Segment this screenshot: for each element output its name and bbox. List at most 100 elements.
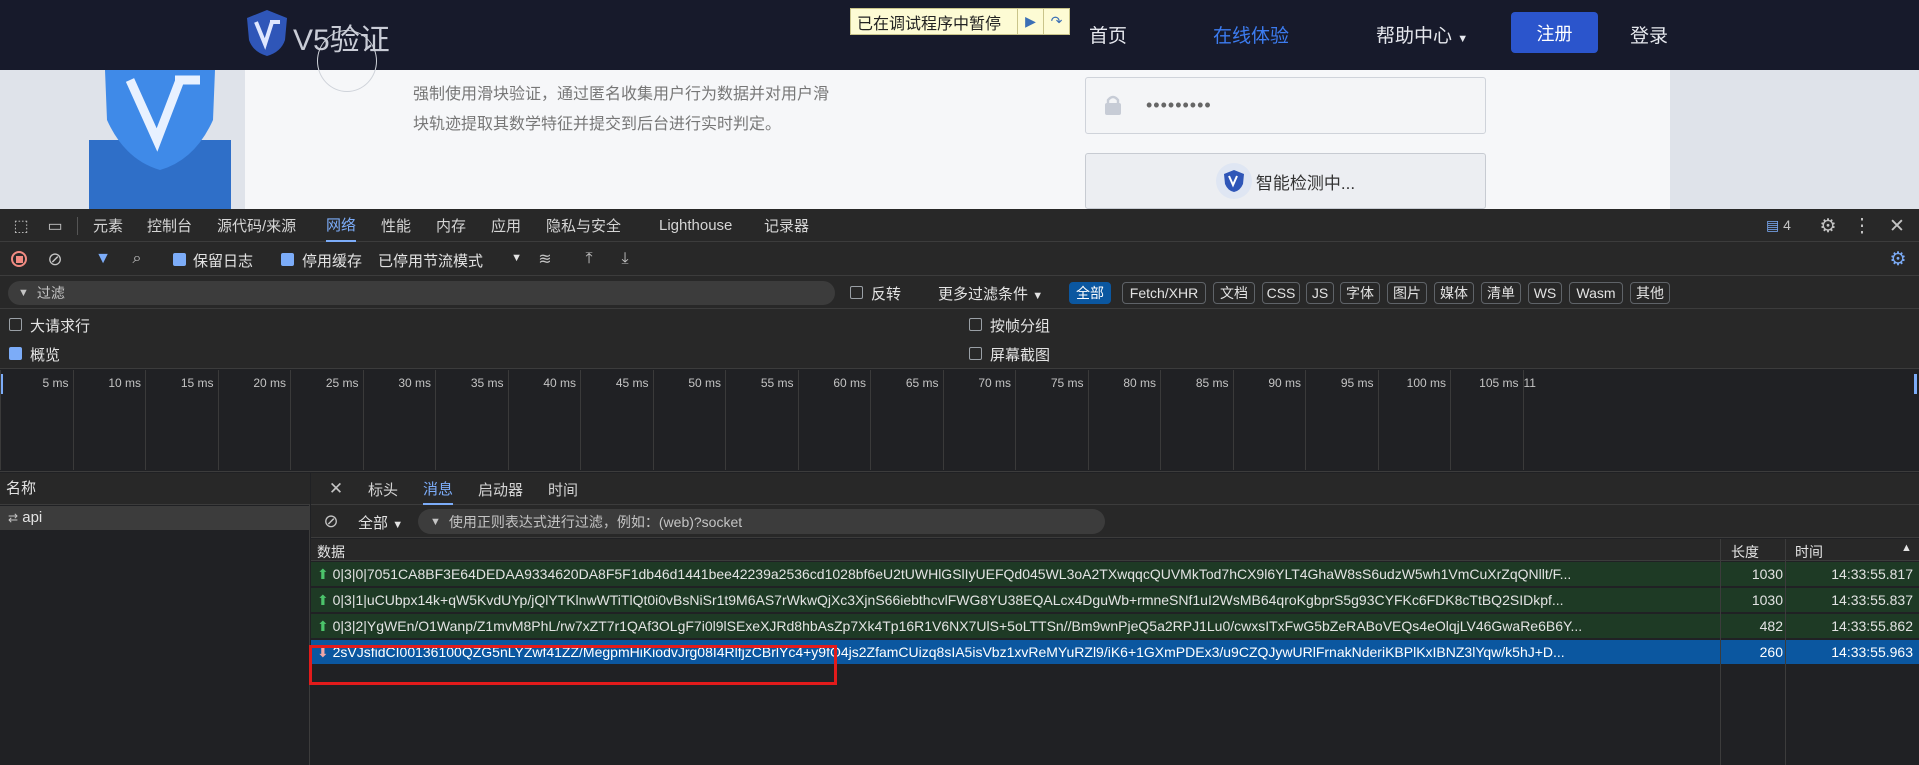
message-filter-input[interactable]: ▼ 使用正则表达式进行过滤，例如：(web)?socket bbox=[418, 509, 1105, 534]
message-row[interactable]: ⬆ 0|3|1|uCUbpx14k+qW5KvdUYp/jQlYTKlnwWTi… bbox=[311, 588, 1919, 613]
chip-img[interactable]: 图片 bbox=[1387, 282, 1427, 304]
export-har-icon[interactable]: ⤓ bbox=[614, 248, 636, 270]
network-conditions-icon[interactable]: ≋ bbox=[534, 248, 556, 270]
request-row-api[interactable]: ⇄ api bbox=[0, 506, 310, 530]
overview-checkbox[interactable] bbox=[9, 347, 22, 360]
invert-checkbox[interactable] bbox=[850, 286, 863, 299]
network-toolbar: ⊘ ▼ ⌕ 保留日志 停用缓存 已停用节流模式 ▼ ≋ ⤒ ⤓ ⚙ bbox=[0, 242, 1919, 276]
tab-recorder[interactable]: 记录器 bbox=[764, 209, 809, 242]
issues-icon: ▤ bbox=[1766, 217, 1780, 233]
nav-help-center[interactable]: 帮助中心 ▼ bbox=[1376, 21, 1468, 48]
chip-doc[interactable]: 文档 bbox=[1213, 282, 1255, 304]
tab-lighthouse[interactable]: Lighthouse bbox=[659, 209, 732, 242]
timeline-tick: 5 ms bbox=[0, 370, 73, 470]
column-data[interactable]: 数据 bbox=[317, 542, 345, 562]
chevron-down-icon: ▼ bbox=[511, 252, 522, 264]
device-toolbar-icon[interactable]: ▭ bbox=[44, 215, 66, 237]
close-devtools-icon[interactable]: ✕ bbox=[1886, 214, 1908, 238]
filter-input[interactable]: ▼ 过滤 bbox=[8, 281, 835, 305]
sent-arrow-icon: ⬆ bbox=[317, 565, 329, 582]
chip-other[interactable]: 其他 bbox=[1630, 282, 1670, 304]
chip-js[interactable]: JS bbox=[1306, 282, 1334, 304]
request-detail: ✕ 标头 消息 启动器 时间 ⊘ 全部 ▼ ▼ 使用正则表达式进行过滤，例如：(… bbox=[311, 473, 1919, 765]
tab-elements[interactable]: 元素 bbox=[93, 209, 123, 242]
disable-cache-checkbox[interactable] bbox=[281, 253, 294, 266]
message-length: 1030 bbox=[1751, 592, 1783, 608]
network-settings-gear-icon[interactable]: ⚙ bbox=[1886, 247, 1910, 271]
close-detail-icon[interactable]: ✕ bbox=[326, 478, 346, 500]
name-column-header[interactable]: 名称 bbox=[0, 473, 310, 505]
password-mask: ••••••••• bbox=[1146, 95, 1212, 115]
tab-performance[interactable]: 性能 bbox=[381, 209, 411, 242]
preserve-log-checkbox[interactable] bbox=[173, 253, 186, 266]
login-link[interactable]: 登录 bbox=[1630, 21, 1668, 48]
column-length[interactable]: 长度 bbox=[1731, 542, 1759, 562]
message-type-select[interactable]: 全部 ▼ bbox=[358, 512, 403, 533]
clear-icon[interactable]: ⊘ bbox=[44, 248, 66, 270]
tab-headers[interactable]: 标头 bbox=[368, 473, 398, 505]
import-har-icon[interactable]: ⤒ bbox=[578, 248, 600, 270]
chip-media[interactable]: 媒体 bbox=[1434, 282, 1474, 304]
message-time: 14:33:55.963 bbox=[1831, 644, 1913, 660]
tab-sources[interactable]: 源代码/来源 bbox=[217, 209, 296, 242]
tab-memory[interactable]: 内存 bbox=[436, 209, 466, 242]
throttle-label: 已停用节流模式 bbox=[378, 253, 484, 270]
tab-console[interactable]: 控制台 bbox=[147, 209, 192, 242]
tab-timing[interactable]: 时间 bbox=[548, 473, 578, 505]
chip-font[interactable]: 字体 bbox=[1340, 282, 1380, 304]
timeline-tick: 35 ms bbox=[435, 370, 508, 470]
timeline-tick: 10 ms bbox=[72, 370, 146, 470]
column-time[interactable]: 时间 bbox=[1795, 542, 1823, 562]
invert-label: 反转 bbox=[871, 286, 902, 303]
resume-icon[interactable]: ▶ bbox=[1017, 9, 1043, 34]
tab-application[interactable]: 应用 bbox=[491, 209, 521, 242]
chip-wasm[interactable]: Wasm bbox=[1569, 282, 1623, 304]
filter-funnel-icon[interactable]: ▼ bbox=[92, 248, 114, 270]
large-rows-checkbox[interactable] bbox=[9, 318, 22, 331]
settings-gear-icon[interactable]: ⚙ bbox=[1816, 214, 1840, 238]
message-row[interactable]: ⬆ 0|3|2|YgWEn/O1Wanp/Z1mvM8PhL/rw7xZT7r1… bbox=[311, 614, 1919, 639]
register-button[interactable]: 注册 bbox=[1511, 12, 1598, 53]
message-time: 14:33:55.837 bbox=[1831, 592, 1913, 608]
logo-shield-icon[interactable] bbox=[245, 8, 289, 58]
message-filterbar: ⊘ 全部 ▼ ▼ 使用正则表达式进行过滤，例如：(web)?socket bbox=[311, 505, 1919, 538]
issues-badge[interactable]: ▤ 4 bbox=[1766, 217, 1791, 234]
message-row[interactable]: ⬆ 0|3|0|7051CA8BF3E64DEDAA9334620DA8F5F1… bbox=[311, 562, 1919, 587]
step-over-icon[interactable]: ↷ bbox=[1043, 9, 1069, 34]
sent-arrow-icon: ⬆ bbox=[317, 617, 329, 634]
smart-detect-button[interactable]: 智能检测中... bbox=[1085, 153, 1486, 209]
chip-fetch-xhr[interactable]: Fetch/XHR bbox=[1122, 282, 1206, 304]
lock-icon bbox=[1104, 95, 1122, 115]
group-by-frame-checkbox[interactable] bbox=[969, 318, 982, 331]
tab-privacy-security[interactable]: 隐私与安全 bbox=[546, 209, 621, 242]
timeline-tick: 55 ms bbox=[725, 370, 798, 470]
inspect-element-icon[interactable]: ⬚ bbox=[10, 215, 32, 237]
clear-messages-icon[interactable]: ⊘ bbox=[320, 510, 342, 532]
screenshots-checkbox[interactable] bbox=[969, 347, 982, 360]
tab-network[interactable]: 网络 bbox=[326, 209, 357, 242]
search-icon[interactable]: ⌕ bbox=[126, 248, 148, 270]
record-stop-icon[interactable] bbox=[11, 251, 27, 267]
timeline-tick: 90 ms bbox=[1232, 370, 1306, 470]
message-length: 1030 bbox=[1751, 566, 1783, 582]
debugger-paused-text: 已在调试程序中暂停 bbox=[857, 15, 1002, 33]
network-overview-timeline[interactable]: 5 ms 10 ms 15 ms 20 ms 25 ms 30 ms 35 ms 40 ms 4… bbox=[0, 370, 1919, 472]
nav-online-demo[interactable]: 在线体验 bbox=[1213, 21, 1289, 48]
throttle-select[interactable]: 已停用节流模式 ▼ bbox=[378, 250, 522, 271]
more-options-icon[interactable]: ⋮ bbox=[1852, 214, 1872, 238]
chip-ws[interactable]: WS bbox=[1528, 282, 1562, 304]
column-divider[interactable] bbox=[1785, 539, 1786, 765]
more-filters-dropdown[interactable]: 更多过滤条件 ▼ bbox=[938, 283, 1043, 304]
message-data: ⬆ 0|3|1|uCUbpx14k+qW5KvdUYp/jQlYTKlnwWTi… bbox=[317, 592, 1717, 609]
chip-all[interactable]: 全部 bbox=[1069, 282, 1111, 304]
message-payload: 0|3|0|7051CA8BF3E64DEDAA9334620DA8F5F1db… bbox=[332, 565, 1572, 582]
websocket-arrows-icon: ⇄ bbox=[8, 511, 19, 525]
column-divider[interactable] bbox=[1720, 539, 1721, 765]
chip-css[interactable]: CSS bbox=[1262, 282, 1300, 304]
chip-manifest[interactable]: 清单 bbox=[1481, 282, 1521, 304]
tab-initiator[interactable]: 启动器 bbox=[478, 473, 523, 505]
timeline-tick: 60 ms bbox=[797, 370, 871, 470]
password-field[interactable]: ••••••••• bbox=[1085, 77, 1486, 134]
nav-home[interactable]: 首页 bbox=[1089, 21, 1127, 48]
tab-messages[interactable]: 消息 bbox=[423, 473, 454, 505]
